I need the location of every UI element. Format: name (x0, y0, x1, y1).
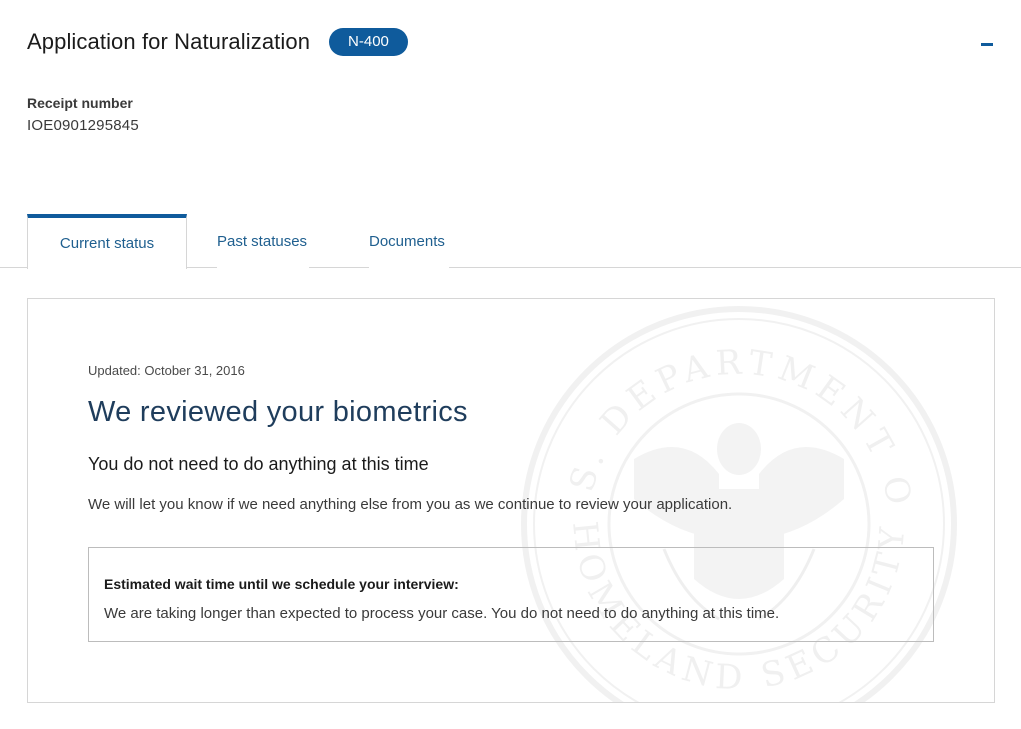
wait-time-label: Estimated wait time until we schedule yo… (104, 576, 459, 592)
status-title: We reviewed your biometrics (88, 396, 468, 428)
wait-time-box: Estimated wait time until we schedule yo… (88, 547, 934, 642)
minus-icon (981, 42, 993, 46)
page-title: Application for Naturalization (27, 29, 311, 54)
status-card: U.S. DEPARTMENT OF HOMELAND SECURITY Upd… (27, 298, 995, 703)
receipt-label: Receipt number (27, 95, 133, 111)
updated-date: Updated: October 31, 2016 (88, 363, 245, 378)
form-type-badge: N-400 (329, 28, 408, 56)
svg-text:U.S. DEPARTMENT OF: U.S. DEPARTMENT OF (514, 299, 920, 514)
collapse-button[interactable] (981, 31, 995, 49)
case-header: Application for Naturalization N-400 (27, 28, 408, 56)
case-tabs: Current status Past statuses Documents (0, 214, 1021, 269)
tab-current-status[interactable]: Current status (27, 214, 187, 269)
receipt-section: Receipt number IOE0901295845 (27, 95, 139, 134)
tab-past-statuses[interactable]: Past statuses (217, 214, 309, 268)
status-subtitle: You do not need to do anything at this t… (88, 454, 429, 474)
wait-time-text: We are taking longer than expected to pr… (104, 605, 780, 622)
tab-documents[interactable]: Documents (369, 214, 449, 268)
status-description: We will let you know if we need anything… (88, 496, 733, 513)
receipt-number: IOE0901295845 (27, 117, 139, 134)
seal-text-top: U.S. DEPARTMENT OF (514, 299, 914, 514)
